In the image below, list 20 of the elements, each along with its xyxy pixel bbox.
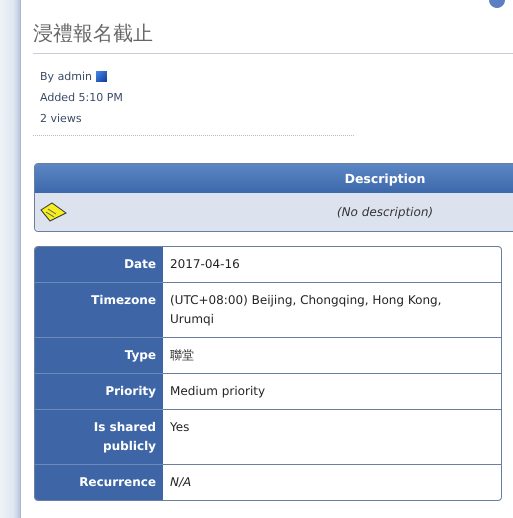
field-value: N/A (169, 474, 192, 491)
author-text: By admin (40, 70, 92, 83)
view-count: 2 views (40, 112, 83, 125)
field-label: Recurrence (35, 465, 163, 500)
field-value: Yes (163, 410, 501, 465)
field-label: Date (35, 247, 163, 283)
field-label: Timezone (35, 283, 163, 338)
field-value: Medium priority (163, 374, 501, 410)
note-icon (40, 202, 67, 222)
field-label: Priority (35, 374, 163, 410)
field-label: Type (35, 338, 163, 374)
field-label: Is shared publicly (35, 410, 163, 465)
field-value: 聯堂 (163, 338, 501, 374)
added-time: Added 5:10 PM (40, 91, 124, 104)
field-value: 2017-04-16 (163, 247, 501, 283)
description-text: (No description) (336, 205, 434, 219)
user-icon (96, 71, 108, 82)
page-title: 浸禮報名截止 (33, 20, 513, 54)
field-value: (UTC+08:00) Beijing, Chongqing, Hong Kong, Urumqi (163, 283, 501, 338)
column-header: Description (35, 164, 513, 193)
